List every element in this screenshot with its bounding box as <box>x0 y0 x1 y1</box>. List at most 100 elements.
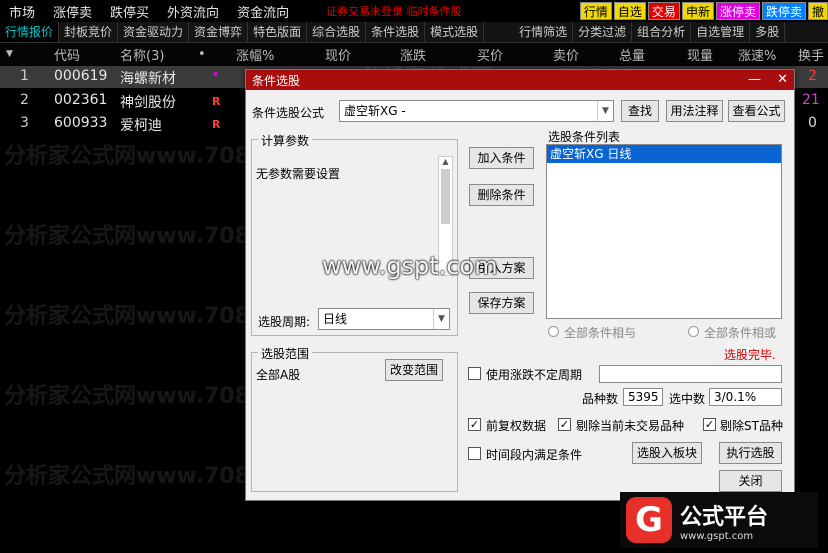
scroll-up-icon[interactable]: ▲ <box>439 157 452 166</box>
tab-9[interactable]: 分类过滤 <box>573 22 633 42</box>
menu-foreign-flow[interactable]: 外资流向 <box>158 2 228 21</box>
selected-value-field: 3/0.1% <box>709 388 782 406</box>
quick-button-4[interactable]: 涨停卖 <box>715 2 760 20</box>
logo-mark-icon: G <box>626 497 672 543</box>
tab-5[interactable]: 综合选股 <box>307 22 367 42</box>
menu-market[interactable]: 市场 <box>0 2 44 21</box>
import-plan-button[interactable]: 引入方案 <box>469 257 534 279</box>
uncertain-period-input[interactable] <box>599 365 782 383</box>
row-name: 爱柯迪 <box>120 118 162 134</box>
period-select[interactable]: 日线 ▼ <box>318 308 450 330</box>
tab-10[interactable]: 组合分析 <box>632 22 692 42</box>
exclude-st-checkbox[interactable]: ✓ <box>703 418 716 431</box>
tab-1[interactable]: 封板竞价 <box>59 22 119 42</box>
menu-limit-up-sell[interactable]: 涨停卖 <box>44 2 101 21</box>
radio-and[interactable] <box>548 326 559 337</box>
tab-6[interactable]: 条件选股 <box>366 22 426 42</box>
period-label: 选股周期: <box>258 315 311 329</box>
tab-12[interactable]: 多股 <box>750 22 786 42</box>
usage-button[interactable]: 用法注释 <box>666 100 723 122</box>
row-turnover: 2 <box>808 68 817 84</box>
delete-condition-button[interactable]: 删除条件 <box>469 184 534 206</box>
row-turnover: 0 <box>808 115 817 131</box>
selected-value: 3/0.1% <box>714 390 757 404</box>
tab-8[interactable]: 行情筛选 <box>514 22 574 42</box>
range-value: 全部A股 <box>256 368 301 382</box>
quote-table-header: ▼ 代码 名称(3) • 涨幅% 现价 涨跌 买价 卖价 总量 现量 涨速% 换… <box>0 43 828 65</box>
col-name[interactable]: 名称(3) <box>120 45 164 64</box>
quick-button-3[interactable]: 申新 <box>681 2 714 20</box>
col-cur-volume[interactable]: 现量 <box>687 45 713 64</box>
quick-button-6[interactable]: 撤 <box>807 2 828 20</box>
quick-button-1[interactable]: 自选 <box>613 2 646 20</box>
dialog-titlebar[interactable]: 条件选股 — ✕ <box>246 70 794 90</box>
find-button[interactable]: 查找 <box>621 100 659 122</box>
quick-buttons: 行情 自选 交易 申新 涨停卖 跌停卖撤 <box>578 2 828 20</box>
fq-checkbox[interactable]: ✓ <box>468 418 481 431</box>
count-label: 品种数 <box>582 392 619 406</box>
login-status: 证券交易未登录 临时条件股 <box>326 5 462 18</box>
params-scrollbar[interactable]: ▲ <box>438 156 453 276</box>
col-dot[interactable]: • <box>198 47 206 62</box>
tab-2[interactable]: 资金驱动力 <box>118 22 190 42</box>
close-button[interactable]: 关闭 <box>719 470 782 492</box>
col-turnover[interactable]: 换手 <box>798 45 824 64</box>
tab-0[interactable]: 行情报价 <box>0 22 60 42</box>
fq-label: 前复权数据 <box>486 419 547 433</box>
row-flag: R <box>212 95 221 108</box>
execute-button[interactable]: 执行选股 <box>719 442 782 464</box>
logo-title: 公式平台 <box>680 504 769 530</box>
count-value: 5395 <box>628 390 659 404</box>
col-price[interactable]: 现价 <box>325 45 351 64</box>
add-condition-button[interactable]: 加入条件 <box>469 147 534 169</box>
tab-11[interactable]: 自选管理 <box>691 22 751 42</box>
chevron-down-icon[interactable]: ▼ <box>433 309 449 329</box>
formula-select[interactable]: 虚空斩XG - ▼ <box>339 100 614 122</box>
dialog-title: 条件选股 <box>252 73 301 88</box>
exclude-suspended-label: 剔除当前未交易品种 <box>576 419 685 433</box>
col-ask[interactable]: 卖价 <box>553 45 579 64</box>
chevron-down-icon[interactable]: ▼ <box>597 101 613 121</box>
tab-3[interactable]: 资金博弈 <box>189 22 249 42</box>
to-block-button[interactable]: 选股入板块 <box>632 442 702 464</box>
params-text: 无参数需要设置 <box>256 167 341 181</box>
col-volume[interactable]: 总量 <box>619 45 645 64</box>
scroll-thumb[interactable] <box>441 169 450 224</box>
list-item[interactable]: 虚空斩XG 日线 <box>547 145 781 163</box>
menu-limit-down-buy[interactable]: 跌停买 <box>101 2 158 21</box>
col-bid[interactable]: 买价 <box>477 45 503 64</box>
row-code: 000619 <box>54 68 108 84</box>
col-change[interactable]: 涨跌 <box>400 45 426 64</box>
sort-arrow-icon[interactable]: ▼ <box>6 49 13 59</box>
uncertain-period-checkbox[interactable] <box>468 367 481 380</box>
quick-button-5[interactable]: 跌停卖 <box>761 2 806 20</box>
condition-select-dialog: 条件选股 — ✕ 条件选股公式 虚空斩XG - ▼ 查找 用法注释 查看公式 计… <box>245 69 795 501</box>
save-plan-button[interactable]: 保存方案 <box>469 292 534 314</box>
quick-button-0[interactable]: 行情 <box>579 2 612 20</box>
tab-7[interactable]: 模式选股 <box>425 22 485 42</box>
period-value: 日线 <box>323 312 348 326</box>
view-formula-button[interactable]: 查看公式 <box>728 100 785 122</box>
row-index: 2 <box>20 92 29 108</box>
formula-value: 虚空斩XG - <box>344 104 406 118</box>
col-speed[interactable]: 涨速% <box>738 45 776 64</box>
time-range-checkbox[interactable] <box>468 447 481 460</box>
minimize-icon[interactable]: — <box>748 72 761 87</box>
condition-list[interactable]: 虚空斩XG 日线 <box>546 144 782 319</box>
radio-or[interactable] <box>688 326 699 337</box>
range-group-title: 选股范围 <box>258 345 313 362</box>
function-tabbar: 行情报价 封板竞价 资金驱动力 资金博弈 特色版面 综合选股 条件选股 模式选股 行情筛选 分类过… <box>0 22 828 43</box>
formula-label: 条件选股公式 <box>252 106 325 120</box>
logo-url: www.gspt.com <box>680 530 754 542</box>
row-code: 600933 <box>54 115 108 131</box>
col-code[interactable]: 代码 <box>54 45 80 64</box>
menu-capital-flow[interactable]: 资金流向 <box>228 2 298 21</box>
radio-and-label: 全部条件相与 <box>564 326 637 340</box>
close-icon[interactable]: ✕ <box>777 72 788 87</box>
tab-4[interactable]: 特色版面 <box>248 22 308 42</box>
col-change-pct[interactable]: 涨幅% <box>236 45 274 64</box>
exclude-suspended-checkbox[interactable]: ✓ <box>558 418 571 431</box>
change-range-button[interactable]: 改变范围 <box>385 359 443 381</box>
quick-button-2[interactable]: 交易 <box>647 2 680 20</box>
row-index: 3 <box>20 115 29 131</box>
